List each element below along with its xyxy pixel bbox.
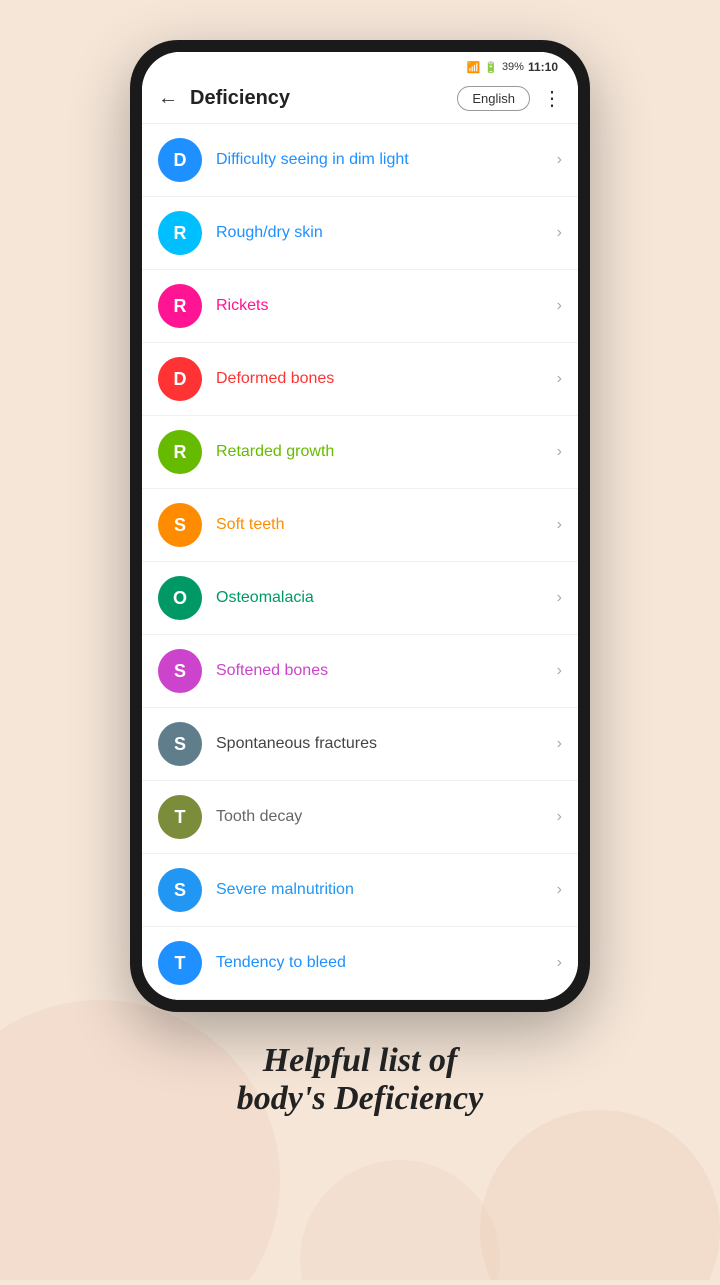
item-avatar: S xyxy=(158,649,202,693)
item-label: Osteomalacia xyxy=(216,589,543,607)
list-item[interactable]: T Tooth decay › xyxy=(142,781,578,854)
list-item[interactable]: R Rough/dry skin › xyxy=(142,197,578,270)
chevron-right-icon: › xyxy=(557,516,562,534)
chevron-right-icon: › xyxy=(557,443,562,461)
chevron-right-icon: › xyxy=(557,954,562,972)
item-label: Severe malnutrition xyxy=(216,881,543,899)
chevron-right-icon: › xyxy=(557,297,562,315)
list-item[interactable]: T Tendency to bleed › xyxy=(142,927,578,1000)
item-avatar: S xyxy=(158,503,202,547)
chevron-right-icon: › xyxy=(557,224,562,242)
list-item[interactable]: S Soft teeth › xyxy=(142,489,578,562)
item-label: Softened bones xyxy=(216,662,543,680)
chevron-right-icon: › xyxy=(557,370,562,388)
list-item[interactable]: O Osteomalacia › xyxy=(142,562,578,635)
item-label: Rough/dry skin xyxy=(216,224,543,242)
item-avatar: O xyxy=(158,576,202,620)
item-label: Tooth decay xyxy=(216,808,543,826)
language-button[interactable]: English xyxy=(457,86,530,111)
bottom-text-line1: Helpful list of xyxy=(237,1042,483,1080)
chevron-right-icon: › xyxy=(557,589,562,607)
item-avatar: R xyxy=(158,430,202,474)
more-options-icon[interactable]: ⋮ xyxy=(542,86,562,111)
list-item[interactable]: S Spontaneous fractures › xyxy=(142,708,578,781)
list-item[interactable]: R Rickets › xyxy=(142,270,578,343)
phone-frame: 📶 🔋 39% 11:10 ← Deficiency English ⋮ D Di… xyxy=(130,40,590,1012)
bottom-text: Helpful list of body's Deficiency xyxy=(237,1042,483,1118)
list-item[interactable]: S Severe malnutrition › xyxy=(142,854,578,927)
top-bar: ← Deficiency English ⋮ xyxy=(142,78,578,124)
item-label: Soft teeth xyxy=(216,516,543,534)
item-avatar: R xyxy=(158,284,202,328)
item-avatar: R xyxy=(158,211,202,255)
item-label: Rickets xyxy=(216,297,543,315)
item-label: Tendency to bleed xyxy=(216,954,543,972)
item-label: Retarded growth xyxy=(216,443,543,461)
list-item[interactable]: D Difficulty seeing in dim light › xyxy=(142,124,578,197)
bottom-text-line2: body's Deficiency xyxy=(237,1080,483,1118)
chevron-right-icon: › xyxy=(557,662,562,680)
battery-percent: 39% xyxy=(502,61,524,73)
chevron-right-icon: › xyxy=(557,881,562,899)
list-item[interactable]: D Deformed bones › xyxy=(142,343,578,416)
list-item[interactable]: R Retarded growth › xyxy=(142,416,578,489)
item-avatar: D xyxy=(158,357,202,401)
back-button[interactable]: ← xyxy=(158,87,178,110)
item-avatar: S xyxy=(158,868,202,912)
deficiency-list: D Difficulty seeing in dim light › R Rough/d… xyxy=(142,124,578,1000)
chevron-right-icon: › xyxy=(557,808,562,826)
item-label: Deformed bones xyxy=(216,370,543,388)
item-label: Difficulty seeing in dim light xyxy=(216,151,543,169)
battery-icon: 🔋 xyxy=(484,61,498,74)
phone-screen: 📶 🔋 39% 11:10 ← Deficiency English ⋮ D Di… xyxy=(142,52,578,1000)
list-item[interactable]: S Softened bones › xyxy=(142,635,578,708)
item-avatar: D xyxy=(158,138,202,182)
item-avatar: S xyxy=(158,722,202,766)
status-icons: 📶 🔋 39% 11:10 xyxy=(467,60,558,74)
chevron-right-icon: › xyxy=(557,735,562,753)
item-label: Spontaneous fractures xyxy=(216,735,543,753)
item-avatar: T xyxy=(158,941,202,985)
page-title: Deficiency xyxy=(190,87,445,110)
wifi-icon: 📶 xyxy=(467,61,481,74)
item-avatar: T xyxy=(158,795,202,839)
status-bar: 📶 🔋 39% 11:10 xyxy=(142,52,578,78)
status-time: 11:10 xyxy=(528,60,558,74)
chevron-right-icon: › xyxy=(557,151,562,169)
